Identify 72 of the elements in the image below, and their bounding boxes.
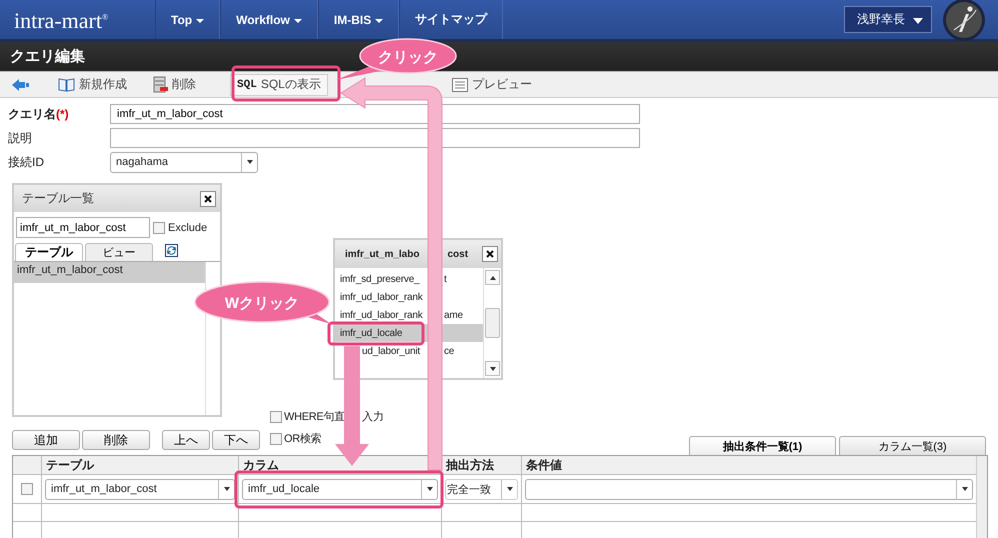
checkbox[interactable] [270,410,282,422]
list-item[interactable]: t [444,274,447,284]
close-button[interactable] [200,190,216,206]
tab[interactable]: 抽出条件一覧(1) [689,436,836,455]
user-menu[interactable]: 浅野幸長 [844,6,932,33]
checkbox-label: OR検索 [284,432,322,446]
list-item[interactable]: imfr_ut_m_labor_cost [14,262,205,283]
checkbox[interactable] [270,432,282,444]
callout-text: Wクリック [224,295,300,312]
close-icon [486,250,494,258]
list-item[interactable]: ame [444,310,463,320]
window-title: imfr_ut_m_labo [345,248,420,260]
logo[interactable]: intra-mart$^{®}$ [0,0,155,40]
caret-icon [426,487,432,491]
show-sql-button[interactable]: SQL SQLの表示 [230,74,328,96]
panel-title: テーブル一覧 [22,190,94,207]
field-label: 説明 [8,130,33,146]
preview-button[interactable]: プレビュー [446,74,538,96]
caret-icon [506,487,512,491]
action-button[interactable]: 追加 [12,430,80,450]
callout-text: クリック [378,49,438,66]
caret-icon [294,19,302,23]
checkbox-label: Exclude [168,222,208,234]
sql-icon: SQL [237,78,257,90]
caret-icon [246,160,252,164]
list-item[interactable]: ud_labor_unit [362,346,426,356]
book-icon [58,77,75,92]
delete-button[interactable]: 削除 [147,74,202,96]
arrow-left-icon [12,78,30,90]
tab[interactable]: ビュー [85,243,153,261]
checkbox[interactable] [153,222,165,234]
text-field[interactable]: imfr_ut_m_labor_cost [110,104,640,124]
column-header: テーブル [41,456,238,474]
scrollbar[interactable] [976,456,987,538]
dropdown-field[interactable]: imfr_ut_m_labor_cost [45,478,235,500]
caret-icon [962,487,968,491]
checkbox-label: 入力 [362,410,384,424]
list-icon [452,78,468,92]
move-button[interactable]: 上へ [162,430,210,450]
close-button[interactable] [482,246,498,262]
list-item[interactable]: ce [444,346,454,356]
dropdown-field[interactable]: nagahama [110,152,258,172]
nav-menu-item[interactable]: Workflow [220,0,318,39]
nav-menu-item[interactable]: Top [155,0,220,39]
caret-icon [913,18,923,24]
window-title: cost [447,248,468,260]
field-label: 接続ID [8,154,45,170]
dropdown-field[interactable]: 完全一致 [445,478,518,500]
server-delete-icon [153,76,168,93]
dropdown-field[interactable]: imfr_ud_locale [242,478,438,500]
checkbox[interactable] [21,483,33,495]
move-button[interactable]: 下へ [212,430,260,450]
tab[interactable]: カラム一覧(3) [839,436,986,455]
caret-icon [375,19,384,23]
checkbox-label: WHERE句直 [284,410,344,424]
list-item[interactable]: imfr_ud_labor_rank [340,310,426,320]
caret-icon [196,19,204,23]
tab[interactable]: テーブル [15,243,83,261]
text-field[interactable] [110,128,640,148]
info-logo-icon[interactable] [942,0,986,42]
new-button[interactable]: 新規作成 [52,74,133,96]
list-item[interactable]: imfr_ud_labor_rank [340,292,423,302]
scrollbar[interactable] [483,268,501,378]
field-label: クエリ名(*) [8,106,70,122]
caret-icon [224,487,230,491]
close-icon [204,194,212,202]
page-title: クエリ編集 [10,47,85,66]
filter-field[interactable]: imfr_ut_m_labor_cost [16,217,150,238]
dropdown-field[interactable] [525,478,973,500]
list-item[interactable]: imfr_sd_preserve_ [340,274,426,284]
action-button[interactable]: 削除 [82,430,150,450]
refresh-icon[interactable] [165,244,178,257]
